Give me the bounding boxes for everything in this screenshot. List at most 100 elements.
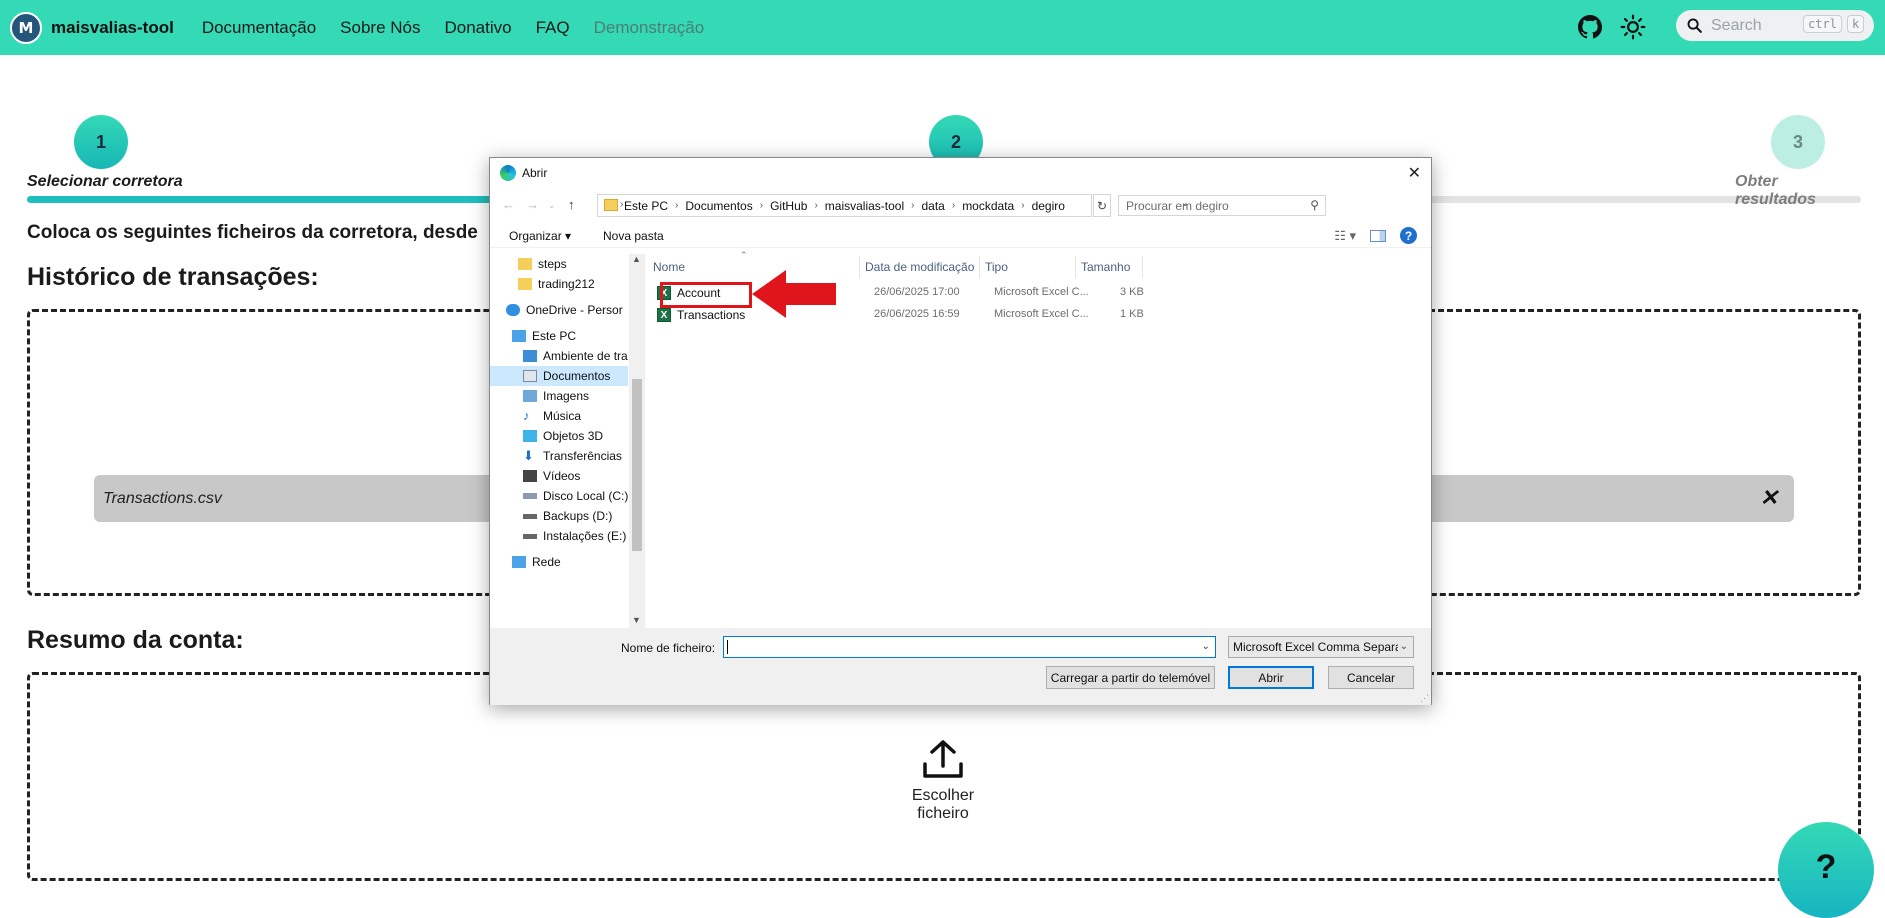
resize-grip-icon[interactable]: ⋰	[1420, 693, 1429, 704]
step-1-circle[interactable]: 1	[74, 115, 128, 169]
nav-item-label: Instalações (E:)	[543, 529, 627, 543]
search-input[interactable]: Search ctrl k	[1676, 10, 1874, 41]
nav-item-label: OneDrive - Persor	[526, 303, 623, 317]
search-icon	[1687, 18, 1702, 33]
github-icon[interactable]	[1578, 15, 1602, 39]
filename-dropdown-icon[interactable]: ⌄	[1202, 641, 1210, 652]
nav-item-videos[interactable]: Vídeos	[490, 466, 628, 486]
file-type: Microsoft Excel C...	[994, 286, 1089, 298]
sun-icon[interactable]	[1620, 14, 1646, 40]
step-3-label: Obter resultados	[1735, 173, 1816, 208]
intro-text: Coloca os seguintes ficheiros da correto…	[27, 222, 478, 243]
nav-item-transferencias[interactable]: ⬇ Transferências	[490, 446, 628, 466]
breadcrumb-degiro[interactable]: degiro	[1032, 199, 1065, 213]
nav-item-label: Ambiente de tra	[543, 349, 628, 363]
view-options-icon[interactable]: ☷ ▾	[1334, 228, 1356, 244]
toolbar-icons: ☷ ▾ ?	[1334, 227, 1417, 244]
nav-item-imagens[interactable]: Imagens	[490, 386, 628, 406]
nav-item-rede[interactable]: Rede	[490, 552, 628, 572]
filetype-select[interactable]: Microsoft Excel Comma Separa ⌄	[1228, 636, 1414, 658]
folder-icon	[518, 278, 532, 290]
nav-item-desktop[interactable]: Ambiente de tra	[490, 346, 628, 366]
recent-locations-chevron-icon[interactable]: ⌄	[548, 200, 556, 211]
column-tipo[interactable]: Tipo	[980, 256, 1076, 278]
file-modified: 26/06/2025 17:00	[874, 286, 960, 298]
breadcrumb-data[interactable]: data	[921, 199, 944, 213]
breadcrumb-este-pc[interactable]: Este PC	[624, 199, 668, 213]
breadcrumb-documentos[interactable]: Documentos	[685, 199, 752, 213]
nav-link-sobre-nos[interactable]: Sobre Nós	[340, 18, 420, 38]
dialog-close-icon[interactable]: ✕	[1408, 163, 1421, 183]
drive-icon	[523, 533, 537, 539]
navigation-pane: steps trading212 OneDrive - Persor Este …	[490, 254, 645, 628]
nav-item-label: Imagens	[543, 389, 590, 403]
dialog-search-placeholder: Procurar em degiro	[1126, 198, 1229, 213]
desktop-icon	[523, 350, 537, 362]
nav-item-musica[interactable]: ♪ Música	[490, 406, 628, 426]
drive-icon	[523, 493, 537, 499]
nav-link-faq[interactable]: FAQ	[536, 18, 570, 38]
nav-links: Documentação Sobre Nós Donativo FAQ Demo…	[202, 18, 728, 38]
nav-item-backups-d[interactable]: Backups (D:)	[490, 506, 628, 526]
dialog-search-input[interactable]: Procurar em degiro ⚲	[1118, 195, 1326, 216]
music-icon: ♪	[523, 408, 530, 423]
annotation-highlight-box	[660, 282, 752, 308]
help-icon[interactable]: ?	[1400, 227, 1417, 244]
videos-icon	[523, 470, 537, 482]
nav-item-disco-c[interactable]: Disco Local (C:)	[490, 486, 628, 506]
brand-name[interactable]: maisvalias-tool	[51, 18, 174, 38]
open-button[interactable]: Abrir	[1228, 666, 1314, 689]
excel-file-icon: X	[657, 308, 671, 322]
breadcrumb-mockdata[interactable]: mockdata	[962, 199, 1014, 213]
nav-link-demonstracao[interactable]: Demonstração	[594, 18, 705, 38]
nav-item-trading212[interactable]: trading212	[490, 274, 628, 294]
folder-icon	[604, 199, 618, 211]
nav-item-objetos-3d[interactable]: Objetos 3D	[490, 426, 628, 446]
nav-item-label: Transferências	[543, 449, 622, 463]
filetype-value: Microsoft Excel Comma Separa	[1233, 640, 1402, 654]
nav-item-onedrive[interactable]: OneDrive - Persor	[490, 300, 628, 320]
scroll-down-icon[interactable]: ▼	[632, 615, 641, 625]
uploaded-file-name: Transactions.csv	[103, 489, 222, 507]
breadcrumb-maisvalias-tool[interactable]: maisvalias-tool	[825, 199, 904, 213]
edge-browser-icon	[500, 165, 516, 181]
breadcrumb-github[interactable]: GitHub	[770, 199, 807, 213]
nav-item-instalacoes-e[interactable]: Instalações (E:)	[490, 526, 628, 546]
file-type: Microsoft Excel C...	[994, 308, 1089, 320]
shortcut-ctrl-key: ctrl	[1803, 15, 1842, 33]
nav-link-donativo[interactable]: Donativo	[445, 18, 512, 38]
file-row-transactions[interactable]: X Transactions 26/06/2025 16:59 Microsof…	[648, 306, 1168, 324]
nav-link-documentacao[interactable]: Documentação	[202, 18, 316, 38]
forward-arrow-icon[interactable]: →	[526, 197, 539, 212]
help-button[interactable]: ?	[1778, 822, 1874, 918]
nav-item-steps[interactable]: steps	[490, 254, 628, 274]
nav-item-documentos[interactable]: Documentos	[490, 366, 628, 386]
annotation-red-arrow-icon	[752, 270, 836, 318]
organize-menu[interactable]: Organizar ▾	[509, 229, 571, 243]
filename-input[interactable]: ⌄	[723, 636, 1216, 658]
file-size: 1 KB	[1120, 308, 1144, 320]
step-3-circle[interactable]: 3	[1771, 115, 1825, 169]
scroll-up-icon[interactable]: ▲	[632, 254, 641, 264]
preview-pane-icon[interactable]	[1370, 229, 1386, 242]
refresh-icon[interactable]: ↻	[1093, 194, 1111, 217]
upload-icon	[923, 740, 963, 778]
text-caret	[727, 640, 728, 654]
column-tamanho[interactable]: Tamanho	[1076, 256, 1143, 278]
load-from-phone-button[interactable]: Carregar a partir do telemóvel	[1046, 666, 1215, 689]
cancel-button[interactable]: Cancelar	[1328, 666, 1414, 689]
nav-item-este-pc[interactable]: Este PC	[490, 326, 628, 346]
navpane-scrollbar[interactable]: ▲ ▼	[629, 254, 645, 628]
nav-item-label: trading212	[538, 277, 595, 291]
remove-file-close-icon[interactable]: ✕	[1760, 485, 1778, 511]
scrollbar-thumb[interactable]	[632, 379, 642, 551]
up-arrow-icon[interactable]: ↑	[568, 197, 575, 212]
column-data-modificacao[interactable]: Data de modificação	[860, 256, 980, 278]
new-folder-button[interactable]: Nova pasta	[603, 229, 664, 243]
back-arrow-icon[interactable]: ←	[502, 197, 515, 212]
address-row: ← → ⌄ ↑ › Este PC › Documentos › GitHub › m…	[490, 193, 1431, 219]
choose-file-button[interactable]: Escolher ficheiro	[885, 738, 1001, 823]
brand-logo-icon[interactable]: M	[10, 11, 42, 44]
address-bar[interactable]: › Este PC › Documentos › GitHub › maisvalia…	[597, 194, 1189, 217]
sort-ascending-icon: ⌃	[740, 250, 748, 260]
